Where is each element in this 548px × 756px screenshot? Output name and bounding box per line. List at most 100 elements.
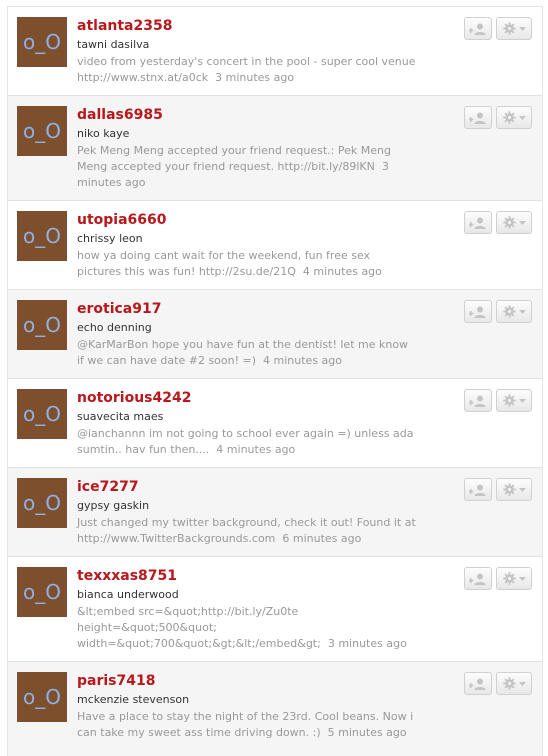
row-actions: [464, 211, 532, 234]
latest-tweet: @ianchannn im not going to school ever a…: [77, 426, 417, 458]
follow-button[interactable]: [464, 672, 492, 695]
full-name: gypsy gaskin: [77, 499, 150, 512]
timestamp[interactable]: 3 minutes ago: [215, 71, 294, 84]
gear-icon: [502, 216, 516, 229]
actions-menu-button[interactable]: [496, 672, 532, 695]
row-actions: [464, 300, 532, 323]
gear-icon: [502, 111, 516, 124]
user-info: dallas6985 niko kaye Pek Meng Meng accep…: [77, 106, 417, 191]
username-link[interactable]: notorious4242: [77, 389, 417, 407]
user-info: texxxas8751 bianca underwood &lt;embed s…: [77, 567, 417, 652]
latest-tweet: Have a place to stay the night of the 23…: [77, 709, 417, 741]
chevron-down-icon: [518, 220, 526, 225]
gear-icon: [502, 483, 516, 496]
full-name: bianca underwood: [77, 588, 179, 601]
row-actions: [464, 672, 532, 695]
timestamp[interactable]: 6 minutes ago: [282, 532, 361, 545]
person-plus-icon: [469, 306, 486, 318]
latest-tweet: &lt;embed src=&quot;http://bit.ly/Zu0te …: [77, 604, 417, 652]
avatar[interactable]: o_O: [17, 567, 67, 617]
follow-button[interactable]: [464, 389, 492, 412]
actions-menu-button[interactable]: [496, 17, 532, 40]
actions-menu-button[interactable]: [496, 300, 532, 323]
username-link[interactable]: ice7277: [77, 478, 417, 496]
person-plus-icon: [469, 678, 486, 690]
chevron-down-icon: [518, 115, 526, 120]
timestamp[interactable]: 4 minutes ago: [216, 443, 295, 456]
person-plus-icon: [469, 573, 486, 585]
gear-icon: [502, 572, 516, 585]
tweet-text: &lt;embed src=&quot;http://bit.ly/Zu0te …: [77, 605, 321, 650]
row-actions: [464, 478, 532, 501]
gear-icon: [502, 305, 516, 318]
user-row: o_O notorious4242 suavecita maes @iancha…: [8, 378, 542, 467]
actions-menu-button[interactable]: [496, 211, 532, 234]
latest-tweet: video from yesterday's concert in the po…: [77, 54, 417, 86]
row-actions: [464, 106, 532, 129]
chevron-down-icon: [518, 681, 526, 686]
gear-icon: [502, 677, 516, 690]
user-info: ice7277 gypsy gaskin Just changed my twi…: [77, 478, 417, 547]
user-row: o_O texxxas8751 bianca underwood &lt;emb…: [8, 556, 542, 661]
person-plus-icon: [469, 112, 486, 124]
username-link[interactable]: texxxas8751: [77, 567, 417, 585]
avatar[interactable]: o_O: [17, 106, 67, 156]
user-row: o_O utopia6660 chrissy leon how ya doing…: [8, 200, 542, 289]
actions-menu-button[interactable]: [496, 567, 532, 590]
follow-button[interactable]: [464, 211, 492, 234]
person-plus-icon: [469, 484, 486, 496]
latest-tweet: Just changed my twitter background, chec…: [77, 515, 417, 547]
username-link[interactable]: utopia6660: [77, 211, 417, 229]
row-actions: [464, 17, 532, 40]
latest-tweet: how ya doing cant wait for the weekend, …: [77, 248, 417, 280]
full-name: suavecita maes: [77, 410, 164, 423]
follow-button[interactable]: [464, 567, 492, 590]
avatar[interactable]: o_O: [17, 300, 67, 350]
person-plus-icon: [469, 217, 486, 229]
timestamp[interactable]: 3 minutes ago: [328, 637, 407, 650]
actions-menu-button[interactable]: [496, 106, 532, 129]
follow-button[interactable]: [464, 300, 492, 323]
avatar[interactable]: o_O: [17, 672, 67, 722]
follow-button[interactable]: [464, 106, 492, 129]
person-plus-icon: [469, 395, 486, 407]
full-name: niko kaye: [77, 127, 130, 140]
tweet-text: Just changed my twitter background, chec…: [77, 516, 416, 545]
full-name: echo denning: [77, 321, 152, 334]
user-info: erotica917 echo denning @KarMarBon hope …: [77, 300, 417, 369]
avatar[interactable]: o_O: [17, 478, 67, 528]
username-link[interactable]: paris7418: [77, 672, 417, 690]
avatar[interactable]: o_O: [17, 211, 67, 261]
avatar[interactable]: o_O: [17, 17, 67, 67]
chevron-down-icon: [518, 576, 526, 581]
follow-button[interactable]: [464, 17, 492, 40]
tweet-text: @KarMarBon hope you have fun at the dent…: [77, 338, 409, 367]
avatar[interactable]: o_O: [17, 389, 67, 439]
latest-tweet: Pek Meng Meng accepted your friend reque…: [77, 143, 417, 191]
actions-menu-button[interactable]: [496, 389, 532, 412]
user-info: notorious4242 suavecita maes @ianchannn …: [77, 389, 417, 458]
user-row: o_O paris7418 mckenzie stevenson Have a …: [8, 661, 542, 756]
gear-icon: [502, 22, 516, 35]
username-link[interactable]: dallas6985: [77, 106, 417, 124]
full-name: mckenzie stevenson: [77, 693, 190, 706]
timestamp[interactable]: 4 minutes ago: [303, 265, 382, 278]
timestamp[interactable]: 5 minutes ago: [328, 726, 407, 739]
actions-menu-button[interactable]: [496, 478, 532, 501]
chevron-down-icon: [518, 26, 526, 31]
user-row: o_O dallas6985 niko kaye Pek Meng Meng a…: [8, 95, 542, 200]
username-link[interactable]: erotica917: [77, 300, 417, 318]
username-link[interactable]: atlanta2358: [77, 17, 417, 35]
chevron-down-icon: [518, 309, 526, 314]
row-actions: [464, 567, 532, 590]
follow-button[interactable]: [464, 478, 492, 501]
user-row: o_O atlanta2358 tawni dasilva video from…: [8, 6, 542, 95]
row-actions: [464, 389, 532, 412]
timestamp[interactable]: 4 minutes ago: [263, 354, 342, 367]
user-info: atlanta2358 tawni dasilva video from yes…: [77, 17, 417, 86]
full-name: tawni dasilva: [77, 38, 150, 51]
chevron-down-icon: [518, 487, 526, 492]
person-plus-icon: [469, 23, 486, 35]
chevron-down-icon: [518, 398, 526, 403]
latest-tweet: @KarMarBon hope you have fun at the dent…: [77, 337, 417, 369]
